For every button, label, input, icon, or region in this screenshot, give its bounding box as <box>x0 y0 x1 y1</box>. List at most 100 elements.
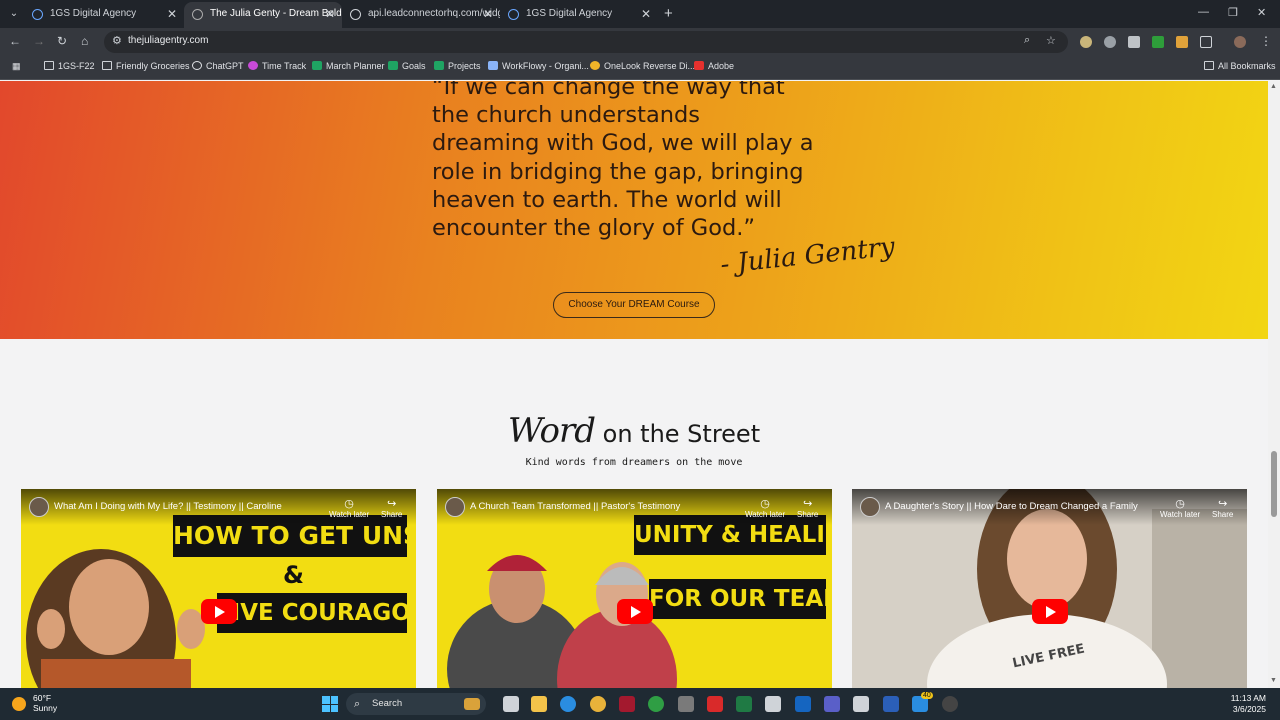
weather-widget[interactable]: 60°F Sunny <box>12 693 57 713</box>
address-url[interactable]: thejuliagentry.com <box>128 35 208 46</box>
excel-icon[interactable] <box>736 696 752 712</box>
tab-close-icon[interactable]: ✕ <box>167 2 177 26</box>
outlook-icon[interactable] <box>795 696 811 712</box>
profile-avatar[interactable] <box>1234 36 1246 48</box>
more-menu-icon[interactable]: ⋮ <box>1260 34 1272 48</box>
calculator-icon[interactable] <box>765 696 781 712</box>
share-button[interactable]: ↪ Share <box>797 497 818 519</box>
choose-dream-course-button[interactable]: Choose Your DREAM Course <box>553 292 715 318</box>
thumbnail-banner: LIVE COURAGOUS <box>217 593 416 633</box>
scroll-up-arrow-icon[interactable]: ▲ <box>1270 83 1277 90</box>
close-window-icon[interactable]: ✕ <box>1257 6 1266 19</box>
notepad-icon[interactable] <box>853 696 869 712</box>
page-scrollbar[interactable]: ▲ ▼ <box>1268 81 1280 688</box>
share-icon: ↪ <box>803 498 813 510</box>
address-bar[interactable]: ⚙ thejuliagentry.com ⌕ ☆ <box>104 31 1068 53</box>
clock-icon: ◷ <box>1175 498 1185 510</box>
reload-icon[interactable]: ↻ <box>57 34 67 48</box>
youtube-play-button[interactable] <box>616 599 653 624</box>
tab-julia-gentry[interactable]: The Julia Genty - Dream Bold, L ✕ <box>184 2 342 28</box>
bookmark-adobe[interactable]: Adobe <box>694 61 734 71</box>
home-icon[interactable]: ⌂ <box>81 34 88 48</box>
system-clock[interactable]: 11:13 AM 3/6/2025 <box>1231 693 1266 715</box>
apps-grid-icon[interactable]: ▦ <box>12 61 21 72</box>
word-icon[interactable] <box>883 696 899 712</box>
camera-extension-icon[interactable] <box>1128 36 1140 48</box>
tab-close-icon[interactable]: ✕ <box>325 2 335 26</box>
taskbar-search[interactable]: ⌕ Search <box>346 693 486 715</box>
watch-later-button[interactable]: ◷ Watch later <box>745 497 785 519</box>
bookmark-projects[interactable]: Projects <box>434 61 481 71</box>
restore-icon[interactable]: ❐ <box>1228 6 1238 19</box>
tab-1gs-digital-agency[interactable]: 1GS Digital Agency ✕ <box>24 2 184 28</box>
video-title[interactable]: A Daughter's Story || How Dare to Dream … <box>885 501 1138 512</box>
video-title[interactable]: A Church Team Transformed || Pastor's Te… <box>470 501 680 512</box>
youtube-play-button[interactable] <box>200 599 237 624</box>
acrobat-icon[interactable] <box>707 696 723 712</box>
xbox-icon[interactable] <box>648 696 664 712</box>
page-viewport: “If we can change the way that the churc… <box>0 81 1268 688</box>
watch-later-button[interactable]: ◷ Watch later <box>1160 497 1200 519</box>
scrollbar-thumb[interactable] <box>1271 451 1277 517</box>
globe-icon <box>350 9 361 20</box>
back-icon[interactable]: ← <box>9 34 21 48</box>
zoom-icon[interactable]: ⌕ <box>1024 34 1030 47</box>
bookmark-star-icon[interactable]: ☆ <box>1046 34 1056 47</box>
start-windows-icon[interactable] <box>322 696 338 712</box>
tab-leadconnector[interactable]: api.leadconnectorhq.com/widg ✕ <box>342 2 500 28</box>
thumbnail-ampersand: & <box>283 561 304 589</box>
bookmark-time-track[interactable]: Time Track <box>248 61 306 71</box>
teams-icon[interactable] <box>824 696 840 712</box>
video-embed-pastor[interactable]: UNITY & HEALING FOR OUR TEAM A Church Te… <box>437 489 832 688</box>
video-title[interactable]: What Am I Doing with My Life? || Testimo… <box>54 501 282 512</box>
quote-line: dreaming with God, we will play a <box>432 130 814 157</box>
extension-icon[interactable] <box>1104 36 1116 48</box>
tab-favicon-icon <box>32 9 43 20</box>
video-embed-daughter[interactable]: LIVE FREE A Daughter's Story || How Dare… <box>852 489 1247 688</box>
tab-close-icon[interactable]: ✕ <box>483 2 493 26</box>
tab-search-chevron-icon[interactable]: ⌄ <box>6 6 22 22</box>
github-icon[interactable] <box>942 696 958 712</box>
task-view-icon[interactable] <box>503 696 519 712</box>
adobe-icon <box>694 61 704 70</box>
folder-icon <box>44 61 54 70</box>
share-button[interactable]: ↪ Share <box>1212 497 1233 519</box>
video-embed-caroline[interactable]: HOW TO GET UNSTUCK & LIVE COURAGOUS What… <box>21 489 416 688</box>
new-tab-button[interactable]: + <box>664 5 673 22</box>
bookmark-workflowy[interactable]: WorkFlowy - Organi... <box>488 61 589 71</box>
tab-1gs-digital-agency-2[interactable]: 1GS Digital Agency ✕ <box>500 2 658 28</box>
quote-line: “If we can change the way that <box>432 81 785 100</box>
bookmark-march-planner[interactable]: March Planner <box>312 61 385 71</box>
app-icon[interactable] <box>619 696 635 712</box>
bookmark-goals[interactable]: Goals <box>388 61 426 71</box>
tab-favicon-icon <box>508 9 519 20</box>
file-explorer-icon[interactable] <box>531 696 547 712</box>
extensions-puzzle-icon[interactable] <box>1200 36 1212 48</box>
channel-avatar[interactable] <box>860 497 880 517</box>
edge-icon[interactable] <box>560 696 576 712</box>
tab-label: 1GS Digital Agency <box>50 8 137 19</box>
quote-line: heaven to earth. The world will <box>432 186 782 213</box>
bookmark-chatgpt[interactable]: ChatGPT <box>192 61 244 71</box>
chrome-icon[interactable] <box>590 696 606 712</box>
extension-icon[interactable] <box>1152 36 1164 48</box>
minimize-icon[interactable]: — <box>1198 6 1209 18</box>
pen-extension-icon[interactable] <box>1176 36 1188 48</box>
share-icon: ↪ <box>387 498 397 510</box>
forward-icon[interactable]: → <box>33 34 45 48</box>
youtube-play-button[interactable] <box>1031 599 1068 624</box>
watch-later-button[interactable]: ◷ Watch later <box>329 497 369 519</box>
extension-icon[interactable] <box>1080 36 1092 48</box>
bookmark-onelook[interactable]: OneLook Reverse Di... <box>590 61 695 71</box>
channel-avatar[interactable] <box>445 497 465 517</box>
tab-close-icon[interactable]: ✕ <box>641 2 651 26</box>
bookmark-friendly-groceries[interactable]: Friendly Groceries <box>102 61 190 71</box>
all-bookmarks[interactable]: All Bookmarks <box>1204 61 1276 71</box>
scroll-down-arrow-icon[interactable]: ▼ <box>1270 677 1277 684</box>
site-info-icon[interactable]: ⚙ <box>112 34 122 47</box>
share-button[interactable]: ↪ Share <box>381 497 402 519</box>
bookmark-1gs-f22[interactable]: 1GS-F22 <box>44 61 95 71</box>
app-icon[interactable] <box>678 696 694 712</box>
channel-avatar[interactable] <box>29 497 49 517</box>
quote-line: the church understands <box>432 102 701 129</box>
